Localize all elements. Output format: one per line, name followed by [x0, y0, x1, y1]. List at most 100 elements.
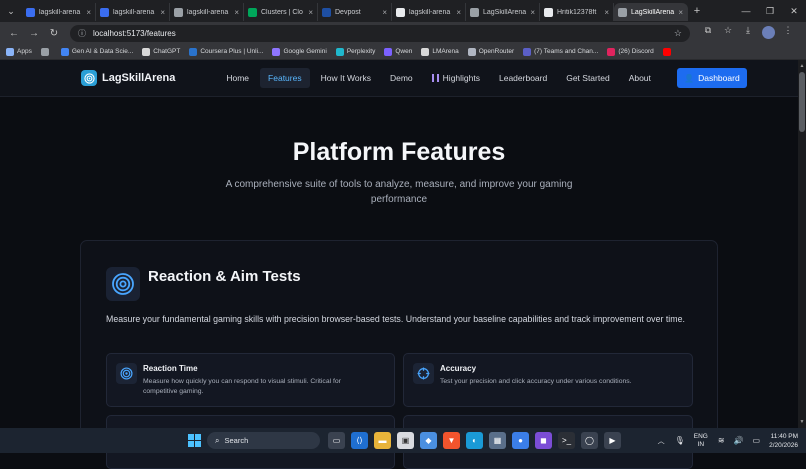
media-player-icon[interactable]: ▶ — [604, 432, 621, 449]
brave-icon[interactable]: ▼ — [443, 432, 460, 449]
tab-close-icon[interactable]: × — [160, 8, 165, 17]
volume-icon[interactable]: 🔊 — [734, 436, 744, 445]
calculator-icon[interactable]: ▦ — [489, 432, 506, 449]
tab-close-icon[interactable]: × — [86, 8, 91, 17]
browser-tab[interactable]: lagskill-arena × — [22, 3, 96, 21]
browser-tab[interactable]: lagskill-arena × — [96, 3, 170, 21]
address-bar[interactable]: ⓘ localhost:5173/features ☆ — [70, 24, 690, 42]
bookmark-item[interactable]: ChatGPT — [142, 47, 180, 56]
bookmark-item[interactable]: Coursera Plus | Unli... — [189, 47, 264, 56]
scroll-up-icon[interactable]: ▲ — [798, 62, 806, 70]
battery-icon[interactable]: ▭ — [753, 436, 761, 445]
page-scrollbar[interactable]: ▲ ▼ — [798, 60, 806, 428]
tab-close-icon[interactable]: × — [678, 8, 683, 17]
bookmark-item[interactable]: OpenRouter — [467, 47, 514, 56]
bookmark-star-icon[interactable]: ☆ — [674, 28, 682, 39]
browser-tab[interactable]: Clusters | Clo × — [244, 3, 318, 21]
nav-link-get-started[interactable]: Get Started — [558, 68, 617, 88]
feature-card-reaction-time[interactable]: Reaction Time Measure how quickly you ca… — [106, 353, 395, 407]
app-icon[interactable]: ◆ — [420, 432, 437, 449]
feature-card-accuracy[interactable]: Accuracy Test your precision and click a… — [403, 353, 693, 407]
bookmark-label: Coursera Plus | Unli... — [200, 48, 264, 55]
tab-close-icon[interactable]: × — [234, 8, 239, 17]
taskbar-search[interactable]: ⌕ Search — [207, 432, 320, 449]
maximize-icon[interactable]: ❐ — [758, 0, 782, 22]
bookmark-item[interactable] — [662, 47, 674, 56]
bookmark-label: Google Gemini — [283, 48, 327, 55]
nav-link-features[interactable]: Features — [260, 68, 310, 88]
browser-tab[interactable]: LagSkillArena × — [614, 3, 688, 21]
tray-overflow-icon[interactable]: ︿ — [658, 436, 665, 446]
dashboard-label: Dashboard — [698, 73, 740, 83]
microphone-icon[interactable]: 🎙 — [675, 436, 685, 445]
bookmark-favicon-icon — [60, 47, 69, 56]
bookmarks-icon[interactable]: ☆ — [718, 25, 738, 41]
tab-search-icon[interactable]: ⌄ — [0, 0, 22, 22]
bookmark-item[interactable]: Google Gemini — [272, 47, 327, 56]
tab-close-icon[interactable]: × — [604, 8, 609, 17]
browser-menu-icon[interactable]: ⋮ — [778, 25, 798, 41]
tab-close-icon[interactable]: × — [382, 8, 387, 17]
extensions-icon[interactable]: ⧉ — [698, 25, 718, 41]
download-icon[interactable]: ⤓ — [738, 25, 758, 41]
nav-link-label: How It Works — [320, 73, 371, 83]
nav-link-about[interactable]: About — [621, 68, 659, 88]
terminal-icon[interactable]: >_ — [558, 432, 575, 449]
bookmark-item[interactable]: Perplexity — [335, 47, 375, 56]
nav-link-label: Demo — [389, 73, 413, 83]
browser-tab[interactable]: LagSkillArena × — [466, 3, 540, 21]
tab-close-icon[interactable]: × — [530, 8, 535, 17]
nav-link-home[interactable]: Home — [218, 68, 257, 88]
profile-avatar[interactable] — [758, 25, 778, 41]
nav-link-highlights[interactable]: Highlights — [424, 68, 488, 88]
nav-link-label: Get Started — [566, 73, 610, 83]
scroll-down-icon[interactable]: ▼ — [798, 418, 806, 426]
wifi-icon[interactable]: ≋ — [718, 436, 725, 445]
bookmark-favicon-icon — [523, 47, 532, 56]
brand-logo[interactable]: LagSkillArena — [81, 70, 175, 86]
bookmark-item[interactable] — [40, 47, 52, 56]
minimize-icon[interactable]: — — [734, 0, 758, 22]
language-indicator[interactable]: ENG IN — [694, 433, 708, 449]
bookmark-item[interactable]: (7) Teams and Chan... — [523, 47, 598, 56]
tab-close-icon[interactable]: × — [456, 8, 461, 17]
file-explorer-icon[interactable]: ▬ — [374, 432, 391, 449]
browser-tab[interactable]: lagskill-arena × — [170, 3, 244, 21]
bookmark-item[interactable]: (26) Discord — [607, 47, 654, 56]
bookmark-item[interactable]: LMArena — [421, 47, 459, 56]
tab-label: Clusters | Clo — [261, 8, 303, 16]
close-window-icon[interactable]: ✕ — [782, 0, 806, 22]
nav-link-how-it-works[interactable]: How It Works — [313, 68, 379, 88]
browser-tab[interactable]: Hritik12378ft × — [540, 3, 614, 21]
edge-icon[interactable]: ◐ — [466, 432, 483, 449]
crosshair-icon — [413, 363, 434, 384]
vscode-icon[interactable]: ⟨⟩ — [351, 432, 368, 449]
new-tab-button[interactable]: + — [688, 5, 706, 17]
store-icon[interactable]: ▣ — [397, 432, 414, 449]
forward-icon[interactable]: → — [24, 28, 44, 39]
windows-start-icon[interactable] — [188, 434, 201, 447]
bookmark-item[interactable]: Gen AI & Data Scie... — [60, 47, 133, 56]
clock[interactable]: 11:40 PM 2/20/2026 — [769, 432, 798, 450]
bookmark-item[interactable]: Qwen — [384, 47, 412, 56]
bookmark-favicon-icon — [189, 47, 198, 56]
dashboard-button[interactable]: 👤 Dashboard — [676, 68, 747, 88]
bookmark-favicon-icon — [40, 47, 49, 56]
site-info-icon[interactable]: ⓘ — [78, 28, 86, 39]
scrollbar-thumb[interactable] — [799, 72, 805, 132]
tab-label: LagSkillArena — [631, 8, 675, 16]
tab-close-icon[interactable]: × — [308, 8, 313, 17]
app-icon[interactable]: ◼ — [535, 432, 552, 449]
chrome-icon[interactable]: ● — [512, 432, 529, 449]
bookmark-item[interactable]: Apps — [6, 47, 32, 56]
github-icon[interactable]: ◯ — [581, 432, 598, 449]
back-icon[interactable]: ← — [4, 28, 24, 39]
browser-tab[interactable]: lagskill-arena × — [392, 3, 466, 21]
reload-icon[interactable]: ↻ — [44, 28, 64, 39]
nav-link-leaderboard[interactable]: Leaderboard — [491, 68, 555, 88]
nav-link-demo[interactable]: Demo — [382, 68, 421, 88]
bookmark-label: (26) Discord — [618, 48, 654, 55]
browser-tab[interactable]: Devpost × — [318, 3, 392, 21]
bookmarks-bar: Apps Gen AI & Data Scie... ChatGPT Coursera… — [0, 44, 806, 60]
task-view-icon[interactable]: ▭ — [328, 432, 345, 449]
